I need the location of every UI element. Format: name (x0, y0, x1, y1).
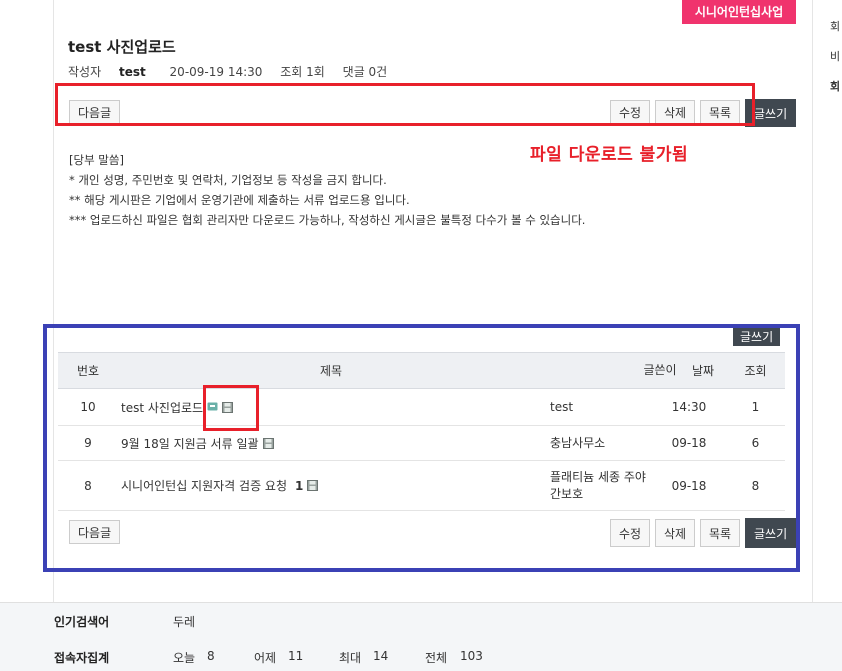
total-count: 103 (460, 649, 483, 663)
annotation-blue-box (43, 324, 800, 572)
post-views: 조회 1회 (280, 65, 325, 79)
sidebar-fragment-3: 회 (830, 80, 841, 93)
today-count: 8 (207, 649, 215, 663)
post-datetime: 20-09-19 14:30 (169, 65, 263, 79)
popular-search-label: 인기검색어 (54, 615, 110, 629)
today-label: 오늘 (173, 651, 196, 665)
max-label: 최대 (339, 651, 362, 665)
sidebar-fragment-2: 비 (830, 50, 841, 63)
sidebar-fragment-1: 회 (830, 20, 841, 33)
category-badge[interactable]: 시니어인턴십사업 (682, 0, 796, 24)
notice-block: [당부 말씀] * 개인 성명, 주민번호 및 연락처, 기업정보 등 작성을 … (69, 150, 585, 230)
total-label: 전체 (425, 651, 448, 665)
author-label: 작성자 (68, 65, 102, 79)
post-comments: 댓글 0건 (342, 65, 388, 79)
annotation-red-box (55, 83, 755, 126)
post-title: test 사진업로드 (68, 38, 176, 56)
yesterday-count: 11 (288, 649, 304, 663)
author-name[interactable]: test (119, 65, 146, 79)
max-count: 14 (373, 649, 389, 663)
popular-search-term[interactable]: 두레 (173, 613, 195, 630)
notice-line: [당부 말씀] (69, 153, 124, 167)
yesterday-label: 어제 (254, 651, 277, 665)
post-meta: 작성자 test 20-09-19 14:30 조회 1회 댓글 0건 (68, 63, 401, 80)
notice-line: * 개인 성명, 주민번호 및 연락처, 기업정보 등 작성을 금지 합니다. (69, 173, 387, 187)
notice-line: ** 해당 게시판은 기업에서 운영기관에 제출하는 서류 업로드용 입니다. (69, 193, 410, 207)
notice-line: *** 업로드하신 파일은 협회 관리자만 다운로드 가능하나, 작성하신 게시… (69, 213, 586, 227)
site-footer: 인기검색어 두레 접속자집계 오늘 8 어제 11 최대 14 전체 103 (0, 602, 842, 671)
visitor-stats-label: 접속자집계 (54, 651, 110, 665)
content-right-border (812, 0, 813, 602)
